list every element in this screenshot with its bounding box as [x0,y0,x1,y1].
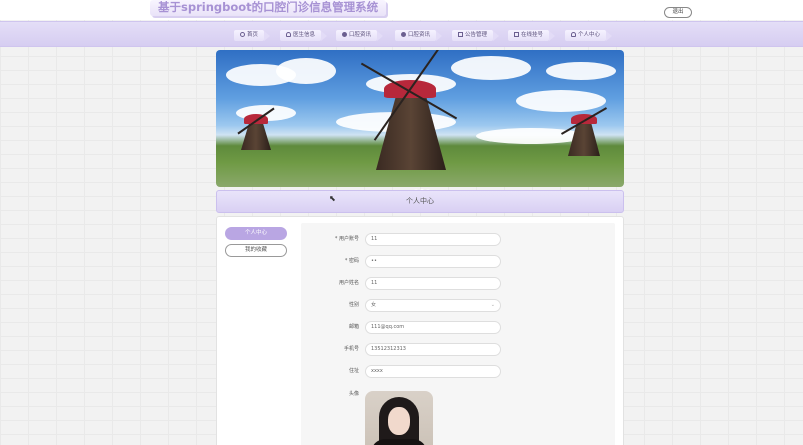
avatar[interactable] [365,391,433,445]
top-bar: 基于springboot的口腔门诊信息管理系统 退出 [0,0,803,20]
nav-label: 公告管理 [465,32,488,38]
logout-button[interactable]: 退出 [664,7,692,18]
nav-item-notices[interactable]: 公告管理 [452,30,500,41]
phone-field[interactable]: 13512312313 [365,343,501,356]
address-label: 住址 [348,368,359,374]
nav-label: 在线挂号 [521,32,544,38]
site-title: 基于springboot的口腔门诊信息管理系统 [150,0,387,16]
gender-select[interactable]: 女 ⌄ [365,299,501,312]
nav-item-profile[interactable]: 个人中心 [565,30,613,41]
address-field[interactable]: xxxx [365,365,501,378]
profile-form: * 用户账号 11 * 密码 •• 用户姓名 11 性别 女 ⌄ 邮箱 111@q… [301,223,615,445]
password-label: * 密码 [344,258,359,264]
nav-label: 个人中心 [578,32,601,38]
nav-label: 首页 [247,32,259,38]
sidebar-item-favorites[interactable]: 我的收藏 [225,244,287,257]
name-field[interactable]: 11 [365,277,501,290]
person-icon [571,32,576,37]
password-field[interactable]: •• [365,255,501,268]
mouse-cursor-icon: ⬉ [329,194,336,203]
user-icon [286,32,291,37]
news-icon [401,32,406,37]
email-label: 邮箱 [348,324,359,330]
gender-label: 性别 [348,302,359,308]
sidebar-item-profile[interactable]: 个人中心 [225,227,287,240]
gender-value: 女 [371,302,377,308]
register-icon [514,32,519,37]
nav-item-register[interactable]: 在线挂号 [508,30,556,41]
nav-item-news-2[interactable]: 口腔资讯 [395,30,443,41]
notice-icon [458,32,463,37]
nav-label: 口腔资讯 [408,32,431,38]
username-field[interactable]: 11 [365,233,501,246]
email-field[interactable]: 111@qq.com [365,321,501,334]
nav-item-news[interactable]: 口腔资讯 [336,30,384,41]
nav-label: 口腔资讯 [349,32,372,38]
page-title: 个人中心 [216,190,624,213]
nav-item-home[interactable]: 首页 [234,30,271,41]
username-label: * 用户账号 [334,236,359,242]
profile-panel: 个人中心 我的收藏 * 用户账号 11 * 密码 •• 用户姓名 11 性别 女… [216,216,624,445]
main-nav: 首页 医生信息 口腔资讯 口腔资讯 公告管理 在线挂号 个人中心 [0,21,803,47]
avatar-label: 头像 [348,391,359,397]
nav-label: 医生信息 [293,32,316,38]
name-label: 用户姓名 [338,280,359,286]
chevron-down-icon: ⌄ [490,302,495,308]
home-icon [240,32,245,37]
news-icon [342,32,347,37]
banner-carousel[interactable] [216,50,624,187]
nav-item-doctors[interactable]: 医生信息 [280,30,328,41]
phone-label: 手机号 [343,346,359,352]
